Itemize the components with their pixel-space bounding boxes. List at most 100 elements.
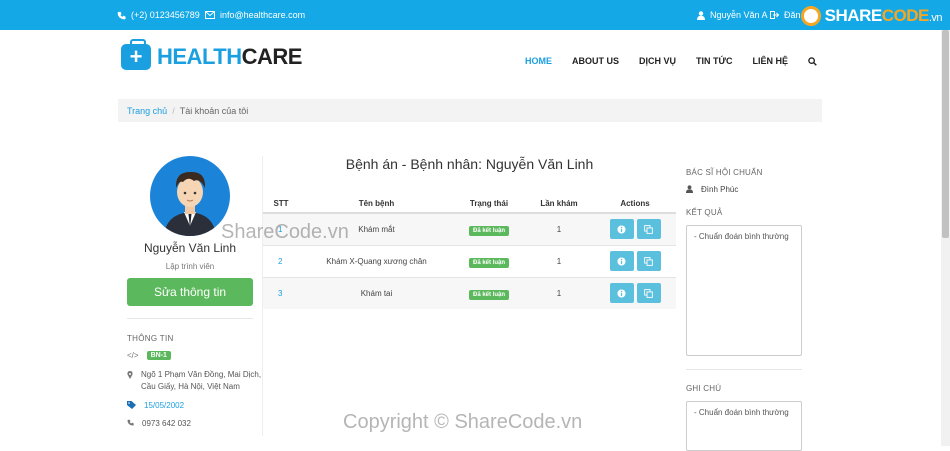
table-row: 2 Khám X-Quang xương chân Đã kết luận 1 [263, 244, 676, 277]
patient-code-badge: BN-1 [146, 351, 171, 360]
info-button[interactable] [609, 251, 634, 271]
info-icon [617, 256, 626, 266]
tag-icon [127, 401, 136, 409]
envelope-icon [205, 11, 215, 19]
status-badge: Đã kết luận [468, 289, 509, 300]
col-visits: Lần khám [524, 194, 594, 214]
sign-out-icon [770, 11, 779, 19]
note-label: GHI CHÚ [686, 384, 722, 393]
nav-services[interactable]: DỊCH VỤ [639, 56, 676, 66]
doctor-name: Đình Phúc [701, 185, 739, 194]
breadcrumb-current: Tài khoản của tôi [179, 106, 249, 116]
row-status-cell: Đã kết luận [454, 212, 524, 245]
phone-text: 0973 642 032 [142, 419, 191, 428]
col-stt: STT [263, 194, 299, 214]
info-button[interactable] [609, 283, 634, 304]
nav-news[interactable]: TIN TỨC [696, 56, 732, 66]
status-badge: Đã kết luận [468, 225, 509, 236]
top-bar: (+2) 0123456789 info@healthcare.com Nguy… [0, 0, 950, 30]
note-textarea[interactable]: - Chuẩn đoán bình thường [686, 401, 802, 451]
info-address-row: Ngõ 1 Phạm Văn Đồng, Mai Dịch, Cầu Giấy,… [127, 369, 262, 393]
doctor-label: BÁC SĨ HỘI CHUẨN [686, 168, 763, 177]
copy-icon [644, 288, 653, 298]
divider [686, 369, 802, 370]
topbar-logout-text: Đăn [784, 10, 801, 20]
search-icon[interactable] [808, 56, 817, 66]
logo-text: HEALTHCARE [157, 44, 302, 69]
breadcrumb: Trang chủ / Tài khoản của tôi [118, 99, 822, 122]
topbar-phone[interactable]: (+2) 0123456789 [117, 10, 200, 20]
result-textarea[interactable]: - Chuẩn đoán bình thường [686, 225, 802, 356]
col-disease: Tên bệnh [299, 194, 454, 214]
col-actions: Actions [594, 194, 676, 214]
topbar-email-text: info@healthcare.com [220, 10, 306, 20]
col-status: Trạng thái [454, 194, 524, 214]
medkit-icon [121, 39, 151, 70]
doctor-row: Đình Phúc [686, 185, 738, 194]
info-code-row: </> BN-1 [127, 351, 171, 360]
row-visits: 1 [524, 212, 594, 245]
row-actions [594, 244, 676, 277]
profile-role: Lập trình viên [165, 262, 215, 271]
row-actions [594, 276, 676, 309]
header: HEALTHCARE HOME ABOUT US DỊCH VỤ TIN TỨC… [0, 30, 950, 92]
copy-button[interactable] [636, 251, 661, 271]
copy-button[interactable] [636, 283, 661, 304]
medical-records-table: STT Tên bệnh Trạng thái Lần khám Actions… [263, 194, 676, 309]
watermark-center: ShareCode.vn [221, 221, 349, 243]
row-visits: 1 [524, 276, 594, 309]
topbar-phone-text: (+2) 0123456789 [131, 10, 200, 20]
info-phone-row: 0973 642 032 [127, 419, 191, 428]
watermark-bottom: Copyright © ShareCode.vn [343, 411, 583, 433]
page-scrollbar[interactable] [941, 30, 950, 446]
info-title: THÔNG TIN [127, 334, 174, 343]
table-row: 3 Khám tai Đã kết luận 1 [263, 276, 676, 309]
phone-icon [117, 11, 126, 19]
phone-icon [127, 419, 134, 426]
row-status-cell: Đã kết luận [454, 276, 524, 309]
copy-icon [644, 256, 653, 266]
sharecode-circle-icon [800, 6, 821, 26]
sharecode-logo: SHARECODE.vn [800, 6, 943, 26]
avatar-illustration [164, 171, 216, 236]
user-md-icon [686, 185, 693, 193]
scrollbar-thumb[interactable] [942, 30, 949, 238]
birthday-text: 15/05/2002 [144, 401, 185, 410]
row-stt[interactable]: 3 [263, 276, 299, 309]
avatar [150, 156, 230, 236]
address-text: Ngõ 1 Phạm Văn Đồng, Mai Dịch, Cầu Giấy,… [141, 370, 262, 391]
nav-home[interactable]: HOME [525, 56, 552, 66]
nav-about[interactable]: ABOUT US [572, 56, 619, 66]
page-title: Bệnh án - Bệnh nhân: Nguyễn Văn Linh [345, 156, 594, 172]
topbar-email[interactable]: info@healthcare.com [205, 10, 305, 20]
row-stt[interactable]: 2 [263, 244, 299, 277]
result-label: KẾT QUẢ [686, 208, 723, 217]
map-marker-icon [127, 371, 133, 379]
status-badge: Đã kết luận [468, 257, 509, 268]
healthcare-logo[interactable]: HEALTHCARE [121, 39, 302, 70]
info-birthday-row: 15/05/2002 [127, 401, 184, 410]
code-icon: </> [127, 351, 139, 360]
table-header-row: STT Tên bệnh Trạng thái Lần khám Actions [263, 194, 676, 214]
topbar-logout[interactable]: Đăn [770, 10, 801, 20]
breadcrumb-home[interactable]: Trang chủ [127, 106, 167, 116]
info-icon [617, 289, 626, 298]
divider [127, 318, 253, 319]
row-visits: 1 [524, 244, 594, 277]
info-button[interactable] [609, 219, 634, 240]
row-disease: Khám X-Quang xương chân [299, 244, 454, 277]
row-actions [594, 212, 676, 245]
info-icon [617, 225, 626, 234]
user-icon [697, 10, 705, 20]
sharecode-logo-text: SHARECODE.vn [824, 6, 943, 25]
breadcrumb-separator: / [172, 106, 175, 116]
copy-icon [644, 224, 653, 234]
row-disease: Khám tai [299, 276, 454, 309]
copy-button[interactable] [636, 219, 661, 240]
edit-profile-button[interactable]: Sửa thông tin [127, 278, 253, 306]
nav-contact[interactable]: LIÊN HỆ [752, 56, 788, 66]
topbar-user[interactable]: Nguyễn Văn A [697, 10, 768, 20]
topbar-user-name: Nguyễn Văn A [710, 10, 768, 20]
main-nav: HOME ABOUT US DỊCH VỤ TIN TỨC LIÊN HỆ [525, 56, 817, 66]
row-status-cell: Đã kết luận [454, 244, 524, 277]
